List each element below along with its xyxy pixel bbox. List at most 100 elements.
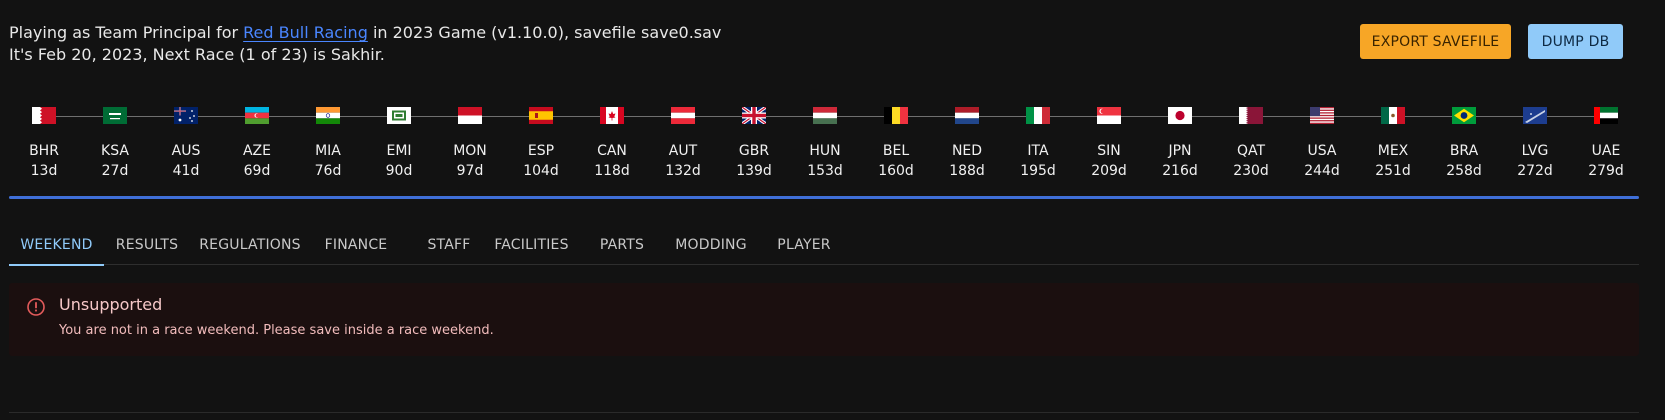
header-line-1: Playing as Team Principal for Red Bull R…: [9, 22, 721, 44]
tab-player[interactable]: PLAYER: [768, 225, 840, 265]
race-days-until: 195d: [1020, 163, 1056, 179]
race-days-until: 104d: [523, 163, 559, 179]
alert-title: Unsupported: [59, 295, 163, 314]
race-code: NED: [951, 143, 983, 159]
race-code: BEL: [882, 143, 910, 159]
race-code: EMI: [386, 143, 412, 159]
uae-flag-icon: [1594, 107, 1618, 124]
race-days-until: 279d: [1588, 163, 1624, 179]
race-bhr[interactable]: BHR 13d: [9, 96, 79, 181]
season-progress-bar: [9, 196, 1639, 199]
race-days-until: 118d: [594, 163, 630, 179]
race-code: BRA: [1449, 143, 1479, 159]
race-days-until: 230d: [1233, 163, 1269, 179]
race-can[interactable]: CAN 118d: [577, 96, 647, 181]
belgium-flag-icon: [884, 107, 908, 124]
race-ned[interactable]: NED 188d: [932, 96, 1002, 181]
race-sin[interactable]: SIN 209d: [1074, 96, 1144, 181]
race-days-until: 153d: [807, 163, 843, 179]
tab-regulations[interactable]: REGULATIONS: [196, 225, 304, 265]
race-code: SIN: [1097, 143, 1121, 159]
dump-db-button[interactable]: DUMP DB: [1528, 24, 1623, 59]
canada-flag-icon: [600, 107, 624, 124]
race-hun[interactable]: HUN 153d: [790, 96, 860, 181]
race-bra[interactable]: BRA 258d: [1429, 96, 1499, 181]
race-code: KSA: [101, 143, 129, 159]
content-divider: [9, 412, 1639, 413]
race-days-until: 13d: [30, 163, 58, 179]
race-aze[interactable]: AZE 69d: [222, 96, 292, 181]
race-ita[interactable]: ITA 195d: [1003, 96, 1073, 181]
race-qat[interactable]: QAT 230d: [1216, 96, 1286, 181]
tab-parts[interactable]: PARTS: [591, 225, 653, 265]
tab-finance[interactable]: FINANCE: [316, 225, 396, 265]
race-code: MIA: [315, 143, 341, 159]
uk-flag-icon: [742, 107, 766, 124]
spain-flag-icon: [529, 107, 553, 124]
race-code: GBR: [738, 143, 770, 159]
tab-modding[interactable]: MODDING: [666, 225, 756, 265]
race-code: AZE: [242, 143, 271, 159]
race-jpn[interactable]: JPN 216d: [1145, 96, 1215, 181]
race-lvg[interactable]: LVG 272d: [1500, 96, 1570, 181]
header-line-2: It's Feb 20, 2023, Next Race (1 of 23) i…: [9, 45, 385, 64]
race-days-until: 188d: [949, 163, 985, 179]
alert-message: You are not in a race weekend. Please sa…: [59, 323, 494, 338]
japan-flag-icon: [1168, 107, 1192, 124]
race-days-until: 76d: [314, 163, 342, 179]
race-days-until: 27d: [101, 163, 129, 179]
race-code: MON: [453, 143, 487, 159]
race-days-until: 132d: [665, 163, 701, 179]
team-link[interactable]: Red Bull Racing: [243, 23, 368, 42]
azerbaijan-flag-icon: [245, 107, 269, 124]
race-ksa[interactable]: KSA 27d: [80, 96, 150, 181]
race-code: ESP: [527, 143, 555, 159]
race-bel[interactable]: BEL 160d: [861, 96, 931, 181]
race-usa[interactable]: USA 244d: [1287, 96, 1357, 181]
race-code: LVG: [1521, 143, 1549, 159]
australia-flag-icon: [174, 107, 198, 124]
header-suffix: in 2023 Game (v1.10.0), savefile save0.s…: [372, 23, 722, 42]
race-days-until: 90d: [385, 163, 413, 179]
tab-weekend[interactable]: WEEKEND: [9, 225, 104, 266]
race-days-until: 216d: [1162, 163, 1198, 179]
qatar-flag-icon: [1239, 107, 1263, 124]
race-days-until: 258d: [1446, 163, 1482, 179]
race-days-until: 244d: [1304, 163, 1340, 179]
race-days-until: 41d: [172, 163, 200, 179]
race-code: AUS: [171, 143, 201, 159]
error-outline-icon: [26, 297, 46, 317]
race-esp[interactable]: ESP 104d: [506, 96, 576, 181]
race-aus[interactable]: AUS 41d: [151, 96, 221, 181]
tab-staff[interactable]: STAFF: [409, 225, 489, 265]
race-mon[interactable]: MON 97d: [435, 96, 505, 181]
italy-flag-icon: [1026, 107, 1050, 124]
race-mia[interactable]: MIA 76d: [293, 96, 363, 181]
race-days-until: 139d: [736, 163, 772, 179]
race-days-until: 97d: [456, 163, 484, 179]
race-calendar: BHR 13d KSA 27d AUS 41d AZE 69d MIA 76d EMI 90d MON 9…: [9, 96, 1639, 201]
race-code: HUN: [809, 143, 841, 159]
header-prefix: Playing as Team Principal for: [9, 23, 239, 42]
export-savefile-button[interactable]: EXPORT SAVEFILE: [1360, 24, 1511, 59]
race-code: QAT: [1236, 143, 1266, 159]
austria-flag-icon: [671, 107, 695, 124]
race-code: AUT: [668, 143, 698, 159]
race-days-until: 69d: [243, 163, 271, 179]
race-aut[interactable]: AUT 132d: [648, 96, 718, 181]
unsupported-alert: Unsupported You are not in a race weeken…: [9, 283, 1639, 356]
race-mex[interactable]: MEX 251d: [1358, 96, 1428, 181]
tab-facilities[interactable]: FACILITIES: [486, 225, 577, 265]
race-uae[interactable]: UAE 279d: [1571, 96, 1641, 181]
race-days-until: 160d: [878, 163, 914, 179]
race-emi[interactable]: EMI 90d: [364, 96, 434, 181]
bahrain-flag-icon: [32, 107, 56, 124]
race-days-until: 251d: [1375, 163, 1411, 179]
race-days-until: 209d: [1091, 163, 1127, 179]
india-flag-icon: [316, 107, 340, 124]
race-code: ITA: [1027, 143, 1049, 159]
race-gbr[interactable]: GBR 139d: [719, 96, 789, 181]
tab-bar: WEEKEND RESULTS REGULATIONS FINANCE STAFF FAC…: [9, 225, 1639, 266]
tab-results[interactable]: RESULTS: [107, 225, 187, 265]
brazil-flag-icon: [1452, 107, 1476, 124]
